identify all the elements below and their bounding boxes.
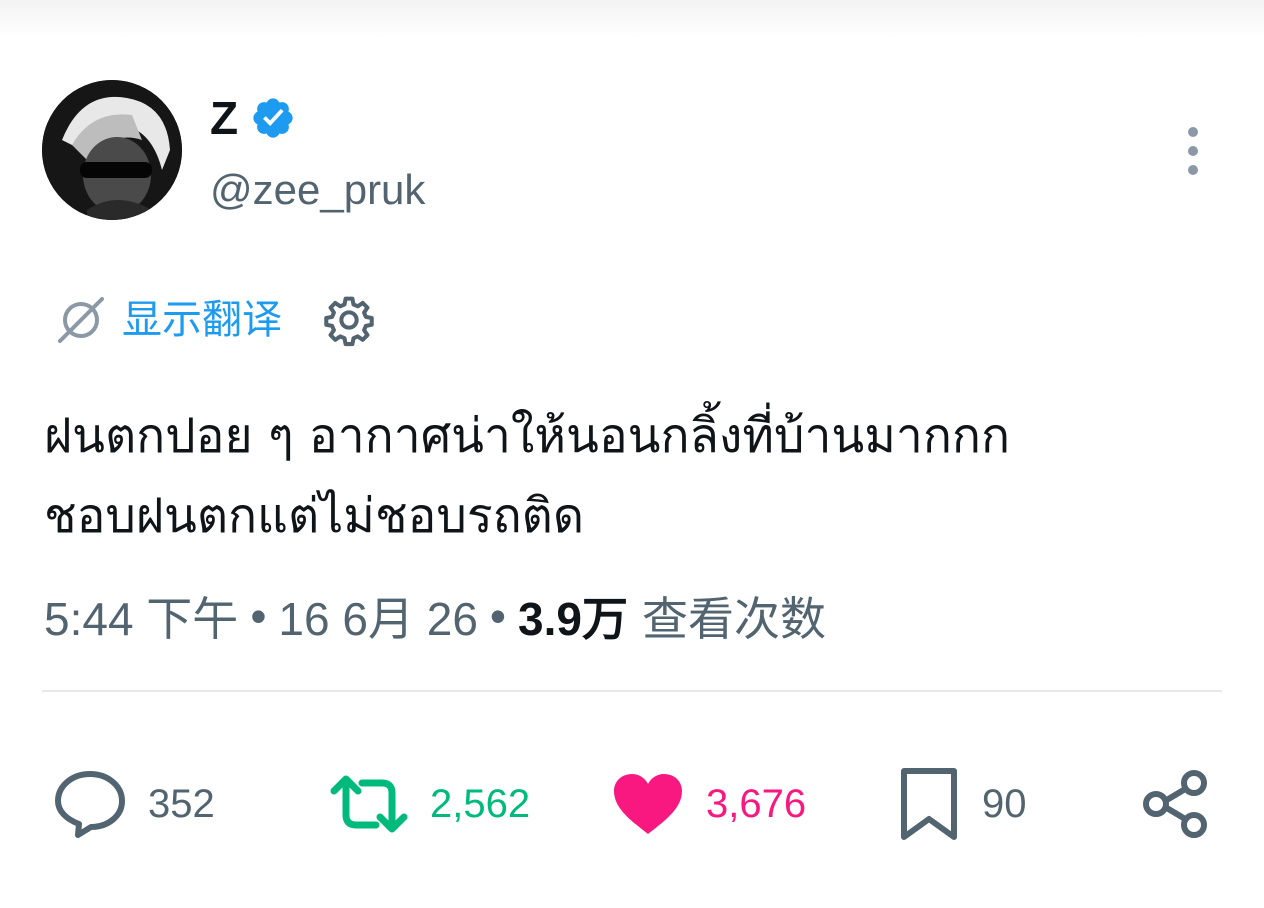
handle[interactable]: @zee_pruk <box>210 164 425 216</box>
retweet-count: 2,562 <box>430 781 531 826</box>
like-button[interactable]: 3,676 <box>610 764 806 844</box>
reply-bubble-icon <box>55 771 125 838</box>
meta-separator: • <box>250 590 267 642</box>
retweet-button[interactable]: 2,562 <box>328 764 530 844</box>
share-icon <box>1143 770 1207 838</box>
gear-icon[interactable] <box>322 293 376 347</box>
like-count: 3,676 <box>706 781 807 826</box>
bookmark-button[interactable]: 90 <box>896 764 1027 844</box>
reply-count: 352 <box>148 781 215 826</box>
action-bar: 352 2,562 3,676 90 <box>0 764 1264 844</box>
tweet-date[interactable]: 16 6月 26 <box>278 583 477 649</box>
top-strip <box>0 0 1264 38</box>
divider <box>42 690 1222 692</box>
bookmark-count: 90 <box>982 781 1027 826</box>
translate-slash-icon <box>58 297 104 343</box>
bookmark-icon <box>901 768 957 840</box>
share-button[interactable] <box>1140 764 1212 844</box>
more-vertical-icon[interactable] <box>1178 124 1208 178</box>
tweet-text: ฝนตกปอย ๆ อากาศน่าให้นอนกลิ้งที่บ้านมากก… <box>44 408 1011 544</box>
reply-button[interactable]: 352 <box>52 764 215 844</box>
translate-row: 显示翻译 <box>54 290 376 350</box>
retweet-icon <box>330 775 408 833</box>
heart-icon <box>614 774 682 834</box>
verified-badge-icon <box>253 98 293 138</box>
views-label[interactable]: 查看次数 <box>642 583 826 649</box>
show-translation-link[interactable]: 显示翻译 <box>122 294 282 346</box>
avatar-image <box>42 80 182 220</box>
display-name[interactable]: Z <box>210 90 238 146</box>
views-count[interactable]: 3.9万 <box>518 583 628 649</box>
tweet-time[interactable]: 5:44 下午 <box>44 583 238 649</box>
tweet-meta: 5:44 下午 • 16 6月 26 • 3.9万 查看次数 <box>44 584 826 648</box>
avatar[interactable] <box>42 80 182 220</box>
meta-separator: • <box>489 590 507 642</box>
